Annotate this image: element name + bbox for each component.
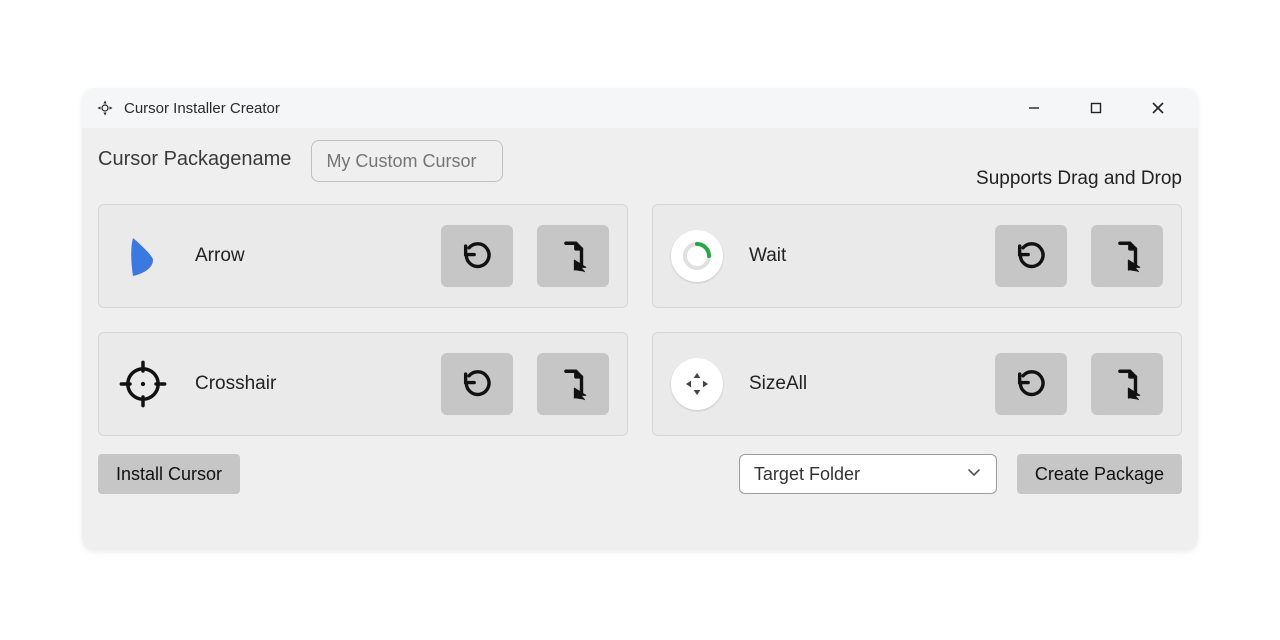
cursor-label: SizeAll xyxy=(749,373,969,395)
pick-file-button[interactable] xyxy=(537,353,609,415)
package-name-input[interactable] xyxy=(311,140,503,182)
reset-button[interactable] xyxy=(441,225,513,287)
cursor-card-crosshair[interactable]: Crosshair xyxy=(98,332,628,436)
cursor-card-sizeall[interactable]: SizeAll xyxy=(652,332,1182,436)
pick-file-button[interactable] xyxy=(1091,225,1163,287)
reset-button[interactable] xyxy=(995,353,1067,415)
target-folder-label: Target Folder xyxy=(754,464,956,485)
sizeall-cursor-icon xyxy=(671,358,723,410)
minimize-button[interactable] xyxy=(1012,90,1056,126)
window-controls xyxy=(1012,90,1188,126)
cursor-label: Arrow xyxy=(195,245,415,267)
chevron-down-icon xyxy=(966,464,982,485)
app-logo-icon xyxy=(96,99,114,117)
create-package-button[interactable]: Create Package xyxy=(1017,454,1182,494)
close-button[interactable] xyxy=(1136,90,1180,126)
reset-button[interactable] xyxy=(441,353,513,415)
arrow-cursor-icon xyxy=(117,230,169,282)
install-button[interactable]: Install Cursor xyxy=(98,454,240,494)
pick-file-button[interactable] xyxy=(1091,353,1163,415)
content-area: Cursor Packagename Supports Drag and Dro… xyxy=(82,128,1198,550)
target-folder-dropdown[interactable]: Target Folder xyxy=(739,454,997,494)
wait-cursor-icon xyxy=(671,230,723,282)
cursor-card-wait[interactable]: Wait xyxy=(652,204,1182,308)
app-title: Cursor Installer Creator xyxy=(124,100,1002,117)
package-row: Cursor Packagename Supports Drag and Dro… xyxy=(98,140,1182,190)
titlebar: Cursor Installer Creator xyxy=(82,88,1198,128)
package-name-label: Cursor Packagename xyxy=(98,140,291,171)
cursor-cards-grid: Arrow xyxy=(98,204,1182,436)
reset-button[interactable] xyxy=(995,225,1067,287)
dragdrop-hint: Supports Drag and Drop xyxy=(976,140,1182,190)
footer-row: Install Cursor Target Folder Create Pack… xyxy=(98,454,1182,494)
cursor-card-arrow[interactable]: Arrow xyxy=(98,204,628,308)
crosshair-cursor-icon xyxy=(117,358,169,410)
cursor-label: Crosshair xyxy=(195,373,415,395)
app-window: Cursor Installer Creator Cursor Packagen… xyxy=(82,88,1198,550)
maximize-button[interactable] xyxy=(1074,90,1118,126)
cursor-label: Wait xyxy=(749,245,969,267)
pick-file-button[interactable] xyxy=(537,225,609,287)
